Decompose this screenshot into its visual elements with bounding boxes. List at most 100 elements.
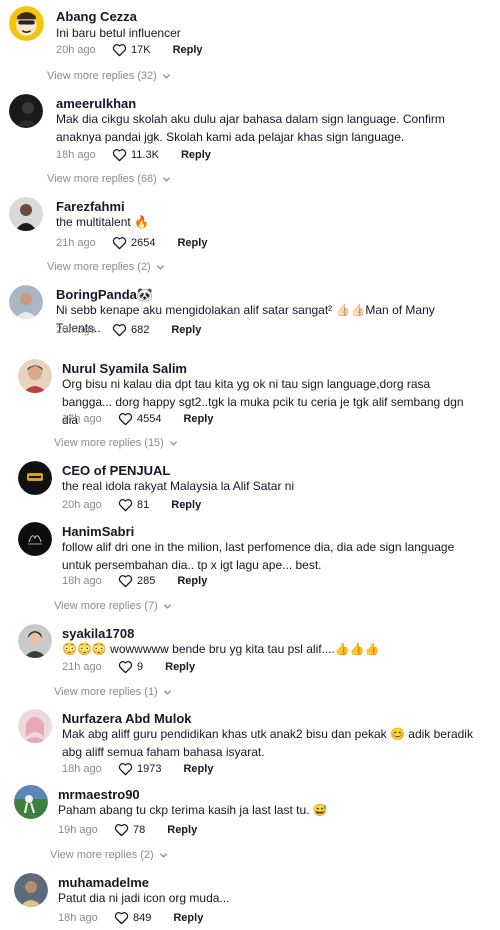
view-more-replies[interactable]: View more replies (32) bbox=[47, 70, 171, 82]
like-count: 4554 bbox=[137, 413, 162, 425]
avatar[interactable] bbox=[9, 285, 43, 319]
timestamp: 21h ago bbox=[62, 661, 102, 673]
avatar[interactable] bbox=[14, 785, 48, 819]
username[interactable]: Farezfahmi bbox=[56, 199, 125, 214]
view-more-replies[interactable]: View more replies (7) bbox=[54, 600, 172, 612]
like-count: 682 bbox=[131, 324, 150, 336]
heart-outline-icon bbox=[112, 44, 127, 57]
heart-outline-icon bbox=[118, 575, 133, 588]
username[interactable]: syakila1708 bbox=[62, 626, 134, 641]
username[interactable]: CEO of PENJUAL bbox=[62, 463, 170, 478]
like-count: 78 bbox=[133, 824, 146, 836]
like-button[interactable]: 4554 bbox=[118, 412, 161, 426]
view-more-label: View more replies (2) bbox=[47, 261, 151, 273]
heart-outline-icon bbox=[112, 324, 127, 337]
username[interactable]: ameerulkhan bbox=[56, 96, 136, 111]
username[interactable]: Nurul Syamila Salim bbox=[62, 361, 187, 376]
like-button[interactable]: 1973 bbox=[118, 762, 161, 776]
view-more-replies[interactable]: View more replies (15) bbox=[54, 437, 178, 449]
username[interactable]: Nurfazera Abd Mulok bbox=[62, 711, 192, 726]
avatar[interactable] bbox=[9, 197, 43, 231]
view-more-label: View more replies (7) bbox=[54, 600, 158, 612]
avatar[interactable] bbox=[18, 624, 52, 658]
comment-text: Paham abang tu ckp terima kasih ja last … bbox=[58, 803, 328, 817]
comment-text: the multitalent 🔥 bbox=[56, 215, 149, 229]
view-more-label: View more replies (32) bbox=[47, 70, 157, 82]
timestamp: 18h ago bbox=[56, 149, 96, 161]
like-button[interactable]: 81 bbox=[118, 498, 149, 512]
reply-button[interactable]: Reply bbox=[183, 763, 213, 775]
reply-button[interactable]: Reply bbox=[171, 324, 201, 336]
like-count: 2654 bbox=[131, 237, 156, 249]
avatar[interactable] bbox=[14, 873, 48, 907]
timestamp: 18h ago bbox=[58, 912, 98, 924]
reply-button[interactable]: Reply bbox=[173, 44, 203, 56]
comment-text: Mak abg aliff guru pendidikan khas utk a… bbox=[62, 727, 473, 759]
timestamp: 21h ago bbox=[56, 237, 96, 249]
reply-button[interactable]: Reply bbox=[171, 499, 201, 511]
view-more-replies[interactable]: View more replies (2) bbox=[50, 849, 168, 861]
view-more-label: View more replies (2) bbox=[50, 849, 154, 861]
avatar[interactable] bbox=[18, 522, 52, 556]
comment-text: Ini baru betul influencer bbox=[56, 26, 181, 40]
comment-meta: 21h ago 9 Reply bbox=[62, 660, 195, 674]
view-more-replies[interactable]: View more replies (2) bbox=[47, 261, 165, 273]
avatar[interactable] bbox=[9, 94, 43, 128]
timestamp: 18h ago bbox=[62, 575, 102, 587]
like-count: 285 bbox=[137, 575, 156, 587]
like-count: 849 bbox=[133, 912, 152, 924]
like-count: 1973 bbox=[137, 763, 162, 775]
avatar[interactable] bbox=[18, 359, 52, 393]
like-button[interactable]: 17K bbox=[112, 43, 151, 57]
like-button[interactable]: 682 bbox=[112, 323, 149, 337]
comment-meta: 18h ago 1973 Reply bbox=[62, 762, 213, 776]
avatar[interactable] bbox=[18, 709, 52, 743]
view-more-replies[interactable]: View more replies (1) bbox=[54, 686, 172, 698]
comment-meta: 18h ago 849 Reply bbox=[58, 911, 203, 925]
reply-button[interactable]: Reply bbox=[173, 912, 203, 924]
like-button[interactable]: 2654 bbox=[112, 236, 155, 250]
username[interactable]: muhamadelme bbox=[58, 875, 149, 890]
heart-outline-icon bbox=[118, 413, 133, 426]
comment-meta: 20h ago 17K Reply bbox=[56, 43, 203, 57]
like-count: 9 bbox=[137, 661, 144, 673]
username[interactable]: HanimSabri bbox=[62, 524, 134, 539]
chevron-down-icon bbox=[169, 440, 177, 446]
heart-outline-icon bbox=[114, 912, 129, 925]
like-button[interactable]: 11.3K bbox=[112, 148, 159, 162]
comment-meta: 18h ago 285 Reply bbox=[62, 574, 207, 588]
reply-button[interactable]: Reply bbox=[177, 575, 207, 587]
chevron-down-icon bbox=[163, 689, 171, 695]
timestamp: 20h ago bbox=[56, 324, 96, 336]
like-count: 81 bbox=[137, 499, 150, 511]
comment-text: the real idola rakyat Malaysia la Alif S… bbox=[62, 479, 295, 493]
chevron-down-icon bbox=[162, 176, 170, 182]
reply-button[interactable]: Reply bbox=[165, 661, 195, 673]
timestamp: 17h ago bbox=[62, 413, 102, 425]
chevron-down-icon bbox=[159, 852, 167, 858]
like-button[interactable]: 285 bbox=[118, 574, 155, 588]
like-button[interactable]: 78 bbox=[114, 823, 145, 837]
reply-button[interactable]: Reply bbox=[177, 237, 207, 249]
heart-outline-icon bbox=[114, 824, 129, 837]
timestamp: 20h ago bbox=[56, 44, 96, 56]
timestamp: 18h ago bbox=[62, 763, 102, 775]
heart-outline-icon bbox=[118, 763, 133, 776]
comment-meta: 18h ago 11.3K Reply bbox=[56, 148, 211, 162]
avatar[interactable] bbox=[18, 461, 52, 495]
like-button[interactable]: 849 bbox=[114, 911, 151, 925]
avatar[interactable] bbox=[9, 6, 44, 41]
comment-meta: 20h ago 682 Reply bbox=[56, 323, 201, 337]
heart-outline-icon bbox=[118, 499, 133, 512]
reply-button[interactable]: Reply bbox=[183, 413, 213, 425]
username[interactable]: Abang Cezza bbox=[56, 9, 137, 24]
reply-button[interactable]: Reply bbox=[181, 149, 211, 161]
comment-text: Patut dia ni jadi icon org muda... bbox=[58, 891, 230, 905]
view-more-replies[interactable]: View more replies (68) bbox=[47, 173, 171, 185]
comment-meta: 17h ago 4554 Reply bbox=[62, 412, 213, 426]
like-button[interactable]: 9 bbox=[118, 660, 143, 674]
reply-button[interactable]: Reply bbox=[167, 824, 197, 836]
comment-meta: 19h ago 78 Reply bbox=[58, 823, 197, 837]
username[interactable]: mrmaestro90 bbox=[58, 787, 140, 802]
heart-outline-icon bbox=[112, 149, 127, 162]
